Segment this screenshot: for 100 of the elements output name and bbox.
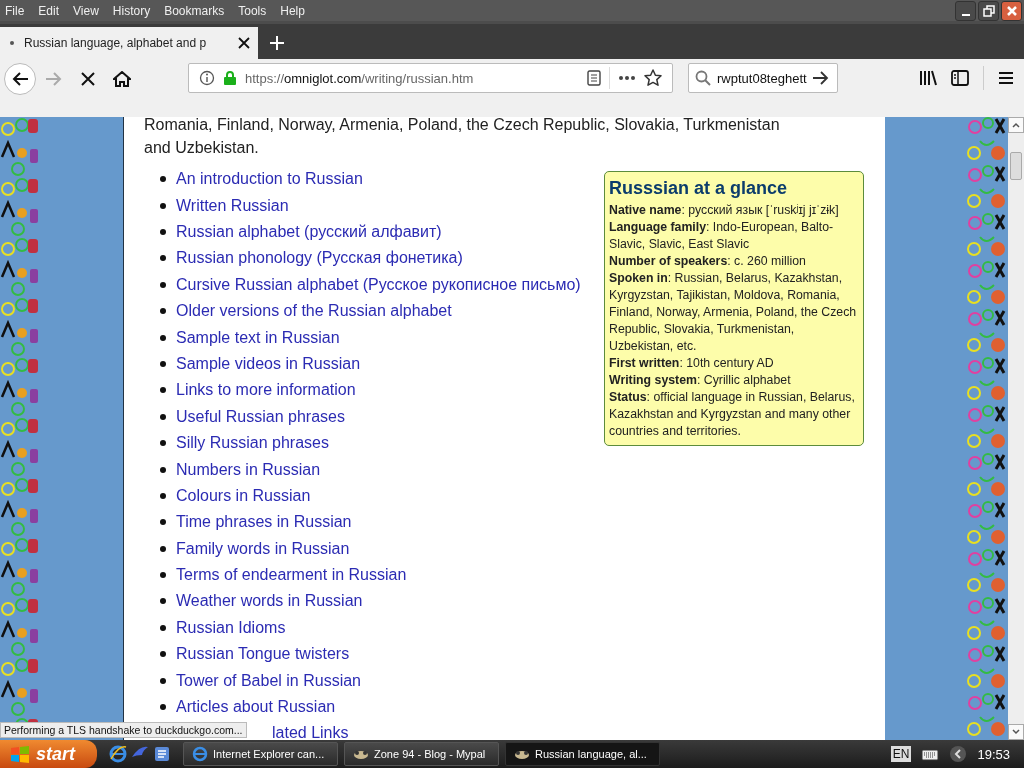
scroll-up-button[interactable] <box>1008 117 1024 133</box>
fact-text: Status: official language in Russian, Belarus, Kazakhstan and Kyrgyzstan and many other countries and territories. <box>609 389 856 440</box>
go-arrow-icon[interactable] <box>812 71 829 86</box>
fact-text: Native name: русский язык [ˈruskʲɪj jɪˈzɨk] <box>609 202 840 219</box>
page-link[interactable]: Terms of endearment in Russian <box>176 566 407 585</box>
back-arrow-icon <box>11 71 29 88</box>
star-icon[interactable] <box>644 69 662 88</box>
page-link[interactable]: Useful Russian phrases <box>176 407 345 426</box>
lock-icon <box>223 70 237 87</box>
scrollbar[interactable] <box>1008 117 1024 740</box>
bullet-icon <box>160 229 166 235</box>
back-button[interactable] <box>4 63 36 96</box>
page-link[interactable]: Russian phonology (Русская фонетика) <box>176 249 463 268</box>
bullet-icon <box>160 651 166 658</box>
bullet-icon <box>160 624 166 631</box>
bullet-icon <box>160 413 166 420</box>
fact-text: First written: 10th century AD <box>609 355 775 372</box>
fact-text: Language family: Indo-European, Balto-Slavic, Slavic, East Slavic <box>609 219 835 253</box>
windows-logo-icon <box>10 745 30 763</box>
restore-icon <box>982 4 995 17</box>
address-field[interactable]: https://omniglot.com/writing/russian.htm <box>188 63 673 94</box>
minimize-button[interactable] <box>955 0 976 21</box>
taskbar-button[interactable]: Zone 94 - Blog - Mypal <box>344 742 499 766</box>
page-link[interactable]: Sample text in Russian <box>176 328 340 347</box>
page-link[interactable]: Sample videos in Russian <box>176 354 361 373</box>
new-tab-icon[interactable] <box>270 36 284 51</box>
stop-icon <box>80 71 96 88</box>
reader-view-icon[interactable] <box>587 70 601 87</box>
close-icon <box>1005 4 1018 17</box>
menu-icon[interactable] <box>998 71 1014 86</box>
caret-down-icon <box>1012 729 1020 735</box>
more-icon[interactable] <box>618 75 636 82</box>
browser-icon[interactable] <box>109 745 127 763</box>
bullet-icon <box>160 598 166 605</box>
browser-tab[interactable]: Russian language, alphabet and p <box>0 27 258 60</box>
page-link[interactable]: Older versions of the Russian alphabet <box>176 302 452 321</box>
bullet-icon <box>160 677 166 684</box>
bullet-icon <box>160 202 166 209</box>
tab-title: Russian language, alphabet and p <box>24 36 208 51</box>
menu-item[interactable]: Help <box>280 3 305 18</box>
page-link[interactable]: Written Russian <box>176 196 289 215</box>
page-link[interactable]: Tower of Babel in Russian <box>176 671 361 690</box>
scroll-down-button[interactable] <box>1008 724 1024 740</box>
page-link[interactable]: An introduction to Russian <box>176 170 363 189</box>
url-text: https://omniglot.com/writing/russian.htm <box>245 70 474 86</box>
page-link[interactable]: Weather words in Russian <box>176 592 363 611</box>
bullet-icon <box>160 334 166 341</box>
fact-text: Writing system: Cyrillic alphabet <box>609 372 792 389</box>
sidebar-icon[interactable] <box>951 70 969 87</box>
taskbar-button[interactable]: Internet Explorer can... <box>183 742 338 766</box>
page-link[interactable]: lated Links <box>272 724 349 740</box>
status-text: Performing a TLS handshake to duckduckgo.com... <box>0 722 247 738</box>
bullet-icon <box>160 492 166 499</box>
page-link[interactable]: Russian Tongue twisters <box>176 645 350 664</box>
forward-arrow-icon <box>45 71 63 88</box>
caret-up-icon <box>1012 122 1020 128</box>
page-link[interactable]: Links to more information <box>176 381 356 400</box>
bullet-icon <box>160 572 166 579</box>
bullet-icon <box>160 545 166 552</box>
chevron-icon[interactable] <box>949 745 968 763</box>
page-link[interactable]: Time phrases in Russian <box>176 513 352 532</box>
fact-text: Number of speakers: c. 260 million <box>609 253 807 270</box>
bullet-icon <box>160 519 166 526</box>
page-link[interactable]: Articles about Russian <box>176 698 336 716</box>
page-link[interactable]: Russian alphabet (русский алфавит) <box>176 223 442 241</box>
info-icon[interactable] <box>199 70 215 87</box>
scrollbar-thumb[interactable] <box>1010 152 1022 180</box>
close-tab-icon[interactable] <box>238 37 250 50</box>
minimize-icon <box>961 13 970 16</box>
menu-item[interactable]: Tools <box>238 3 267 18</box>
browser-icon <box>192 746 208 762</box>
bullet-icon <box>160 308 166 315</box>
page-link[interactable]: Cursive Russian alphabet (Русское рукописное письмо) <box>176 275 581 294</box>
page-link[interactable]: Numbers in Russian <box>176 460 321 479</box>
bullet-icon <box>160 255 166 262</box>
close-button[interactable] <box>1001 0 1022 21</box>
menu-item[interactable]: History <box>112 3 151 18</box>
bullet-icon <box>160 281 166 288</box>
page-link[interactable]: Colours in Russian <box>176 486 311 505</box>
menu-item[interactable]: Bookmarks <box>164 3 225 18</box>
bullet-icon <box>160 360 166 367</box>
library-icon[interactable] <box>919 70 937 87</box>
restore-button[interactable] <box>978 0 999 21</box>
menu-item[interactable]: Edit <box>38 3 60 18</box>
search-value: rwptut08teghett <box>717 70 807 86</box>
menu-item[interactable]: File <box>5 3 25 18</box>
keyboard-icon[interactable] <box>921 747 940 761</box>
page-link[interactable]: Silly Russian phrases <box>176 434 329 453</box>
document-icon[interactable] <box>153 745 171 763</box>
intro-text: Romania, Finland, Norway, Armenia, Poland, the Czech Republic, Slovakia, Turkmenistan and Uzbekistan. <box>143 117 781 158</box>
menu-item[interactable]: View <box>73 3 99 18</box>
bullet-icon <box>160 387 166 394</box>
bullet-icon <box>160 176 166 183</box>
language-indicator[interactable]: EN <box>890 746 912 762</box>
clock-text: 19:53 <box>977 746 1010 762</box>
page-link[interactable]: Family words in Russian <box>176 539 350 558</box>
taskbar-button[interactable]: Russian language, al... <box>505 742 660 766</box>
search-field[interactable]: rwptut08teghett <box>688 63 838 94</box>
home-icon <box>113 71 131 88</box>
page-link[interactable]: Russian Idioms <box>176 618 286 637</box>
